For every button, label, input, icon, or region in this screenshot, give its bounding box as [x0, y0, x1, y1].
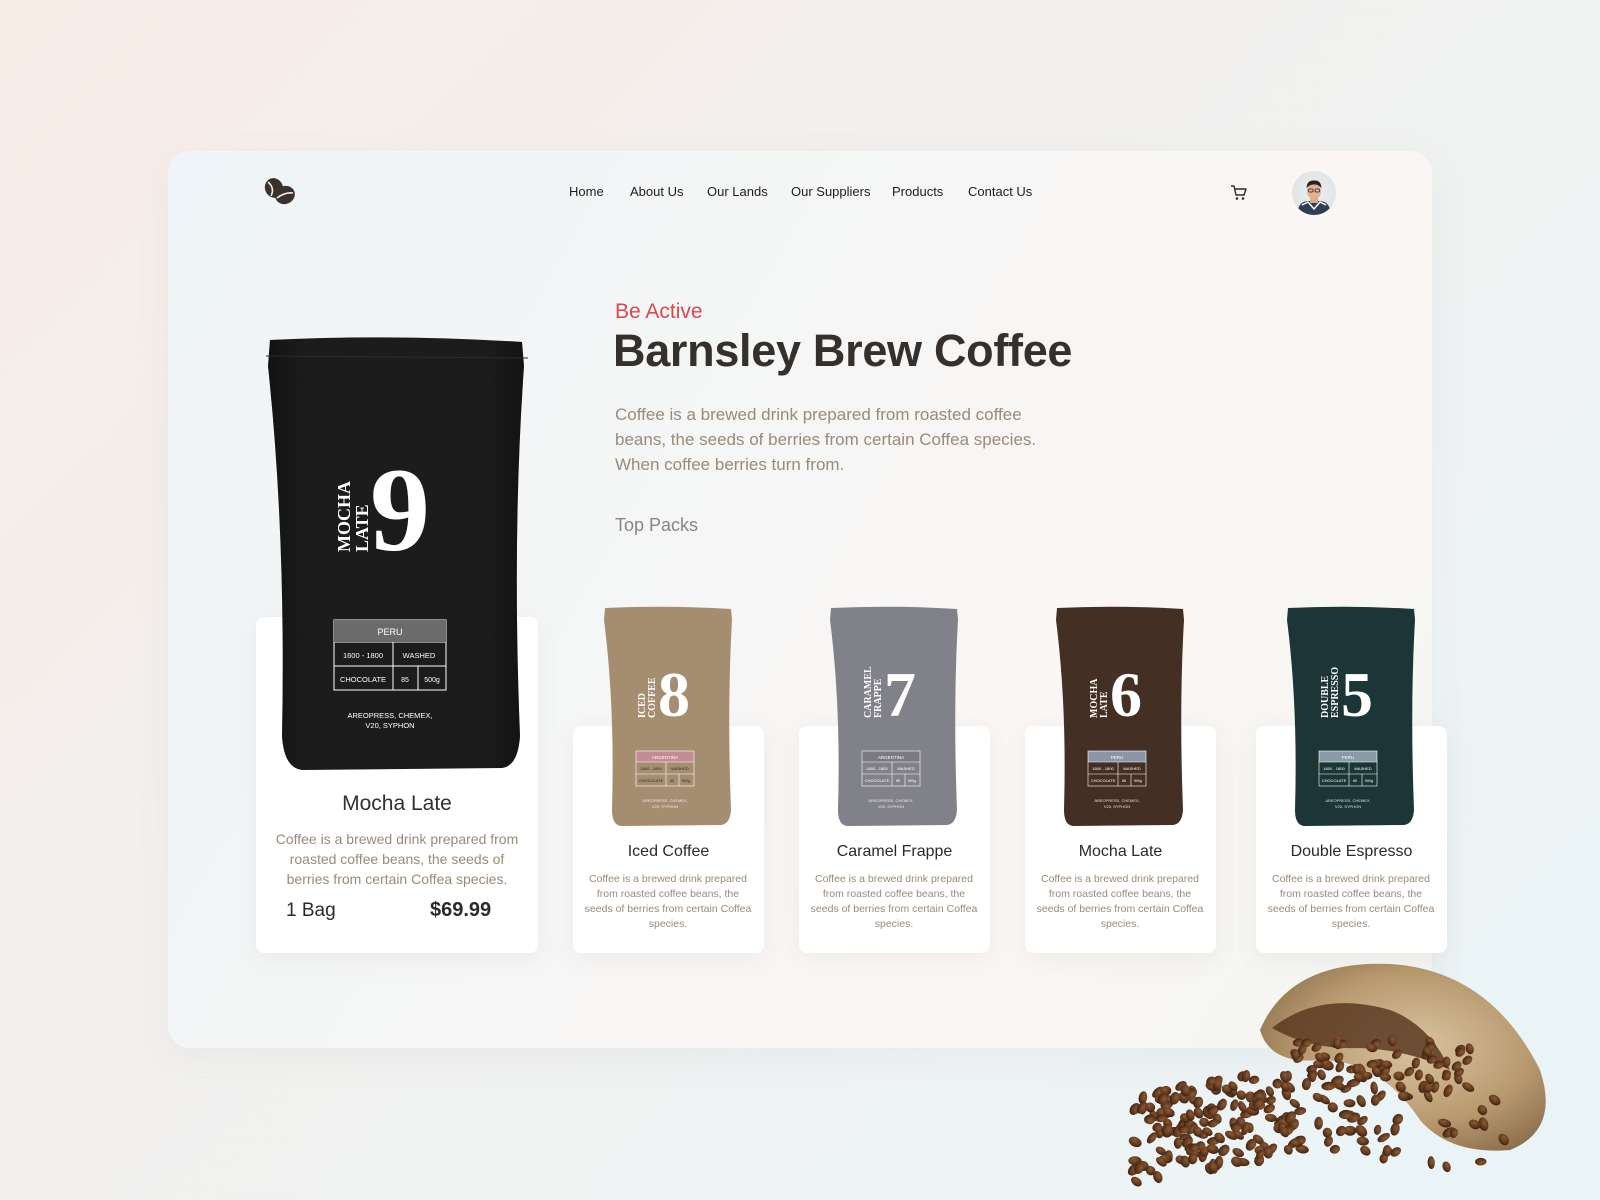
- top-packs-label: Top Packs: [615, 515, 699, 535]
- pack-name: Iced Coffee: [627, 843, 710, 860]
- page-title: Barnsley Brew Coffee: [613, 325, 1073, 376]
- nav-about-us[interactable]: About Us: [630, 184, 683, 199]
- pack-bag-number: 5: [1341, 659, 1373, 730]
- avatar[interactable]: [1292, 171, 1336, 215]
- hero-eyebrow: Be Active: [615, 300, 703, 323]
- pack-bag-brew1: AREOPRESS, CHEMEX,: [1094, 798, 1139, 803]
- pack-bag-weight: 500g: [1365, 779, 1373, 783]
- pack-bag-origin: ARGENTINA: [878, 755, 904, 760]
- featured-bag-flavor: CHOCOLATE: [340, 675, 386, 684]
- pack-name: Double Espresso: [1290, 843, 1413, 860]
- featured-bag-process: WASHED: [403, 651, 436, 660]
- pack-bag-line2: COFFEE: [647, 677, 658, 718]
- pack-bag-2: CARAMEL FRAPPE 7 ARGENTINA 1800 - 1800 WASHED…: [829, 606, 959, 828]
- pack-bag-flavor: CHOCOLATE: [1091, 778, 1116, 783]
- pack-description: Coffee is a brewed drink prepared from r…: [1036, 873, 1204, 930]
- pack-description: Coffee is a brewed drink prepared from r…: [810, 873, 978, 930]
- pack-bag-brew2: V20, SYPHON: [652, 804, 678, 809]
- pack-bag-origin: PERU: [1111, 755, 1124, 760]
- pack-bag-number: 6: [1110, 659, 1142, 730]
- pack-description: Coffee is a brewed drink prepared from r…: [1267, 873, 1435, 930]
- pack-bag-origin: PERU: [1342, 755, 1355, 760]
- pack-bag-score: 85: [670, 779, 674, 783]
- featured-bag-origin: PERU: [377, 627, 402, 637]
- pack-bag-brew2: V20, SYPHON: [1104, 804, 1130, 809]
- featured-product-name: Mocha Late: [342, 792, 452, 815]
- pack-bag-brew2: V20, SYPHON: [1335, 804, 1361, 809]
- coffee-bean: [1427, 1156, 1435, 1169]
- pack-bag-line2: LATE: [1099, 691, 1110, 718]
- coffee-bean: [1356, 1095, 1366, 1108]
- coffee-bean: [1360, 1145, 1371, 1156]
- featured-bag-altitude: 1600 - 1800: [343, 651, 383, 660]
- nav-contact-us[interactable]: Contact Us: [968, 184, 1032, 199]
- coffee-bean: [1314, 1116, 1323, 1130]
- pack-bag-flavor: CHOCOLATE: [865, 778, 890, 783]
- coffee-bean: [1370, 1081, 1378, 1095]
- pack-bag-3: MOCHA LATE 6 PERU 1800 - 1800 WASHED CHOCOLATE…: [1055, 606, 1185, 828]
- featured-bag-weight: 500g: [424, 677, 440, 684]
- pack-bag-number: 7: [884, 659, 916, 730]
- pack-bag-flavor: CHOCOLATE: [1322, 778, 1347, 783]
- pack-bag-score: 85: [1353, 779, 1357, 783]
- coffee-bean: [1317, 1069, 1326, 1081]
- pack-bag-origin: ARGENTINA: [652, 755, 678, 760]
- pack-description: Coffee is a brewed drink prepared from r…: [584, 873, 752, 930]
- pack-bag-process: WASHED: [1123, 766, 1141, 771]
- coffee-bean: [1356, 1136, 1369, 1146]
- featured-bag-line1: MOCHA: [334, 481, 354, 552]
- pack-bag-1: ICED COFFEE 8 ARGENTINA 1800 - 1800 WASHED CHO…: [603, 606, 733, 828]
- pack-bag-weight: 500g: [908, 779, 916, 783]
- nav-our-suppliers[interactable]: Our Suppliers: [791, 184, 870, 199]
- nav-our-lands[interactable]: Our Lands: [707, 184, 768, 199]
- nav-products[interactable]: Products: [892, 184, 943, 199]
- cart-icon[interactable]: [1230, 184, 1248, 202]
- pack-bag-flavor: CHOCOLATE: [639, 778, 664, 783]
- coffee-bean: [1131, 1176, 1142, 1187]
- pack-bag-altitude: 1800 - 1800: [640, 766, 662, 771]
- pack-bag-4: DOUBLE ESPRESSO 5 PERU 1800 - 1800 WASHED CHOC…: [1286, 606, 1416, 828]
- pack-name: Caramel Frappe: [836, 843, 953, 860]
- coffee-bean: [1475, 1157, 1487, 1166]
- pack-bag-process: WASHED: [671, 766, 689, 771]
- featured-price: $69.99: [430, 899, 492, 921]
- pack-bag-altitude: 1800 - 1800: [1323, 766, 1345, 771]
- featured-bag-number: 9: [370, 443, 430, 576]
- coffee-bean: [1442, 1161, 1451, 1173]
- pack-bag-altitude: 1800 - 1800: [866, 766, 888, 771]
- pack-bag-altitude: 1800 - 1800: [1092, 766, 1114, 771]
- featured-bag-brew1: AREOPRESS, CHEMEX,: [347, 711, 432, 720]
- featured-product-description: Coffee is a brewed drink prepared from r…: [275, 831, 519, 887]
- hero-description: Coffee is a brewed drink prepared from r…: [615, 405, 1037, 474]
- pack-bag-brew1: AREOPRESS, CHEMEX,: [1325, 798, 1370, 803]
- coffee-bean: [1128, 1136, 1142, 1148]
- pack-bag-process: WASHED: [1354, 766, 1372, 771]
- coffee-bean: [1380, 1073, 1392, 1082]
- pack-bag-line2: FRAPPE: [873, 678, 884, 718]
- featured-coffee-bag: MOCHA LATE 9 PERU 1600 - 1800 WASHED CHO…: [262, 336, 532, 772]
- main-nav: Home About Us Our Lands Our Suppliers Pr…: [0, 184, 1600, 204]
- featured-quantity: 1 Bag: [286, 900, 336, 921]
- pack-bag-score: 85: [896, 779, 900, 783]
- pack-bag-weight: 500g: [682, 779, 690, 783]
- pack-bag-line2: ESPRESSO: [1330, 667, 1341, 718]
- coffee-bean: [1373, 1124, 1382, 1135]
- pack-bag-brew1: AREOPRESS, CHEMEX,: [868, 798, 913, 803]
- coffee-bean: [1343, 1099, 1356, 1108]
- pack-bag-brew2: V20, SYPHON: [878, 804, 904, 809]
- pack-bag-process: WASHED: [897, 766, 915, 771]
- featured-bag-brew2: V20, SYPHON: [365, 721, 414, 730]
- featured-bag-line2: LATE: [352, 504, 372, 552]
- coffee-sack-image: [1090, 950, 1570, 1200]
- pack-bag-weight: 500g: [1134, 779, 1142, 783]
- pack-bag-brew1: AREOPRESS, CHEMEX,: [642, 798, 687, 803]
- pack-bag-number: 8: [658, 659, 690, 730]
- pack-bag-score: 85: [1122, 779, 1126, 783]
- nav-home[interactable]: Home: [569, 184, 604, 199]
- featured-bag-score: 85: [401, 677, 409, 684]
- pack-name: Mocha Late: [1078, 843, 1163, 860]
